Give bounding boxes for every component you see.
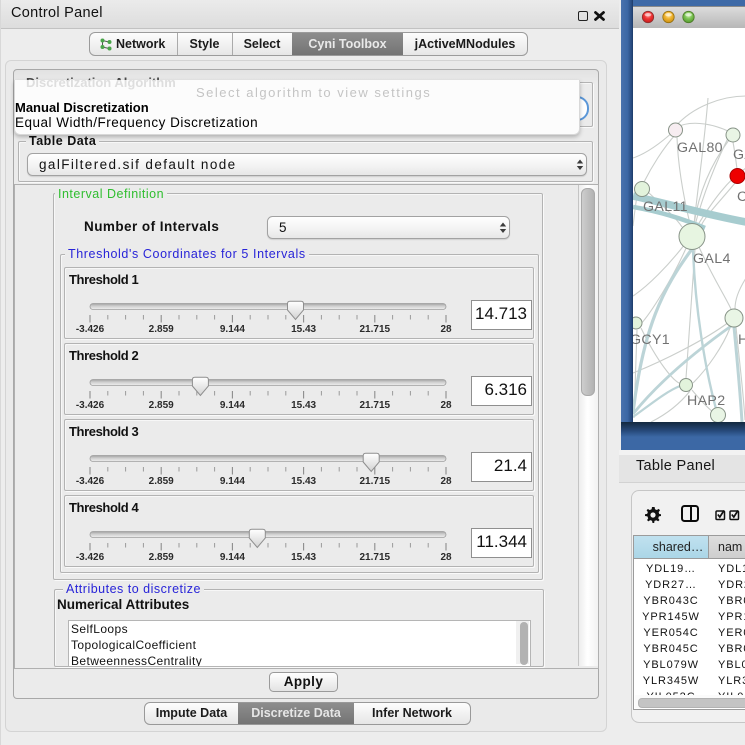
svg-text:GAL11: GAL11 bbox=[643, 199, 688, 215]
svg-text:GA: GA bbox=[733, 147, 745, 163]
svg-text:GCY1: GCY1 bbox=[633, 332, 670, 348]
svg-text:HI: HI bbox=[738, 332, 745, 348]
svg-text:GAL4: GAL4 bbox=[693, 251, 731, 267]
svg-text:GAL80: GAL80 bbox=[677, 140, 723, 156]
svg-text:HAP2: HAP2 bbox=[687, 393, 725, 409]
svg-text:C: C bbox=[737, 189, 745, 205]
